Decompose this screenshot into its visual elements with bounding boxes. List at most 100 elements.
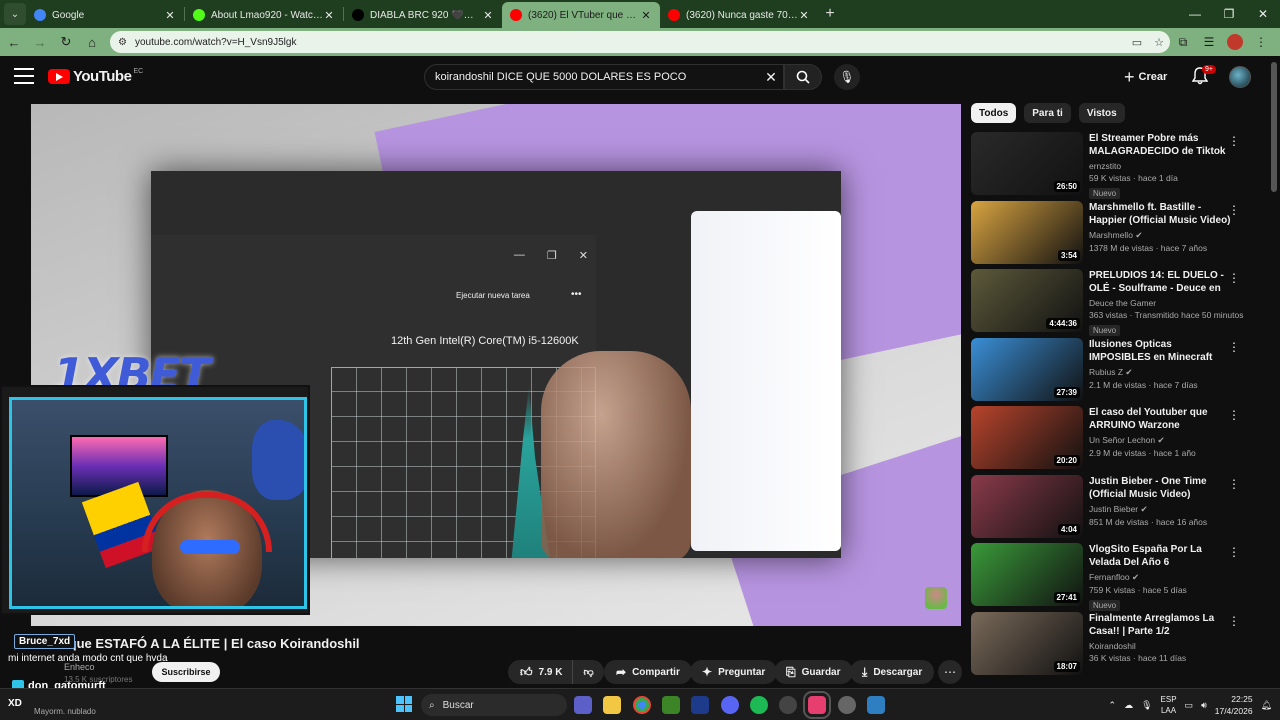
network-icon[interactable]: ▭ [1185,700,1194,711]
video-thumbnail[interactable]: 4:04 [971,474,1083,538]
photos-icon[interactable] [867,696,885,714]
save-button[interactable]: ⎘ Guardar [774,660,853,684]
clear-search-icon[interactable]: ✕ [759,69,783,86]
recommended-video[interactable]: 18:07 Finalmente Arreglamos La Casa!! | P… [971,611,1246,676]
recommended-video[interactable]: 26:50 El Streamer Pobre más MALAGRADECIDO… [971,132,1246,199]
tab-close-icon[interactable]: ✕ [323,9,335,22]
more-options-icon[interactable]: ⋮ [1228,545,1240,559]
steam-icon[interactable] [779,696,797,714]
recommended-title[interactable]: El Streamer Pobre más MALAGRADECIDO de T… [1089,132,1234,158]
file-explorer-icon[interactable] [603,696,621,714]
tab-close-icon[interactable]: ✕ [640,9,652,22]
video-thumbnail[interactable]: 3:54 [971,200,1083,264]
notifications-button[interactable]: 9+ [1191,65,1216,89]
settings-icon[interactable] [838,696,856,714]
tab-search-button[interactable]: ⌄ [4,3,26,25]
recommended-channel[interactable]: Koirandoshil [1089,641,1234,651]
volume-icon[interactable]: 🔊︎ [1201,700,1207,711]
recommended-video[interactable]: 4:44:36 PRELUDIOS 14: EL DUELO - OLÉ - So… [971,269,1246,336]
search-input[interactable]: koirandoshil DICE QUE 5000 DOLARES ES PO… [424,64,784,90]
home-icon[interactable]: ⌂ [80,30,104,54]
account-avatar[interactable] [1229,66,1251,88]
forward-icon[interactable]: → [28,30,52,54]
share-button[interactable]: ➦ Compartir [604,660,692,684]
recommended-title[interactable]: El caso del Youtuber que ARRUINO Warzone [1089,406,1234,432]
back-icon[interactable]: ← [2,30,26,54]
browser-tab[interactable]: (3620) Nunca gaste 700 Dólare✕ [660,2,818,28]
notification-center-icon[interactable]: 🔔︎ [1261,700,1272,711]
channel-name[interactable]: Enheco [64,662,95,672]
dislike-button[interactable]: 👎︎ [572,660,604,684]
more-options-icon[interactable]: ⋮ [1228,477,1240,491]
restore-icon[interactable]: ❐ [1212,0,1246,28]
more-options-icon[interactable]: ⋮ [1228,134,1240,148]
recommended-video[interactable]: 27:39 Ilusiones Opticas IMPOSIBLES en Min… [971,337,1246,402]
voice-search-icon[interactable]: 🎙 [834,64,860,90]
onedrive-icon[interactable]: ☁ [1124,700,1133,711]
create-button[interactable]: + Crear [1124,66,1167,88]
tab-close-icon[interactable]: ✕ [798,9,810,22]
download-button[interactable]: ⤓ Descargar [850,660,935,684]
spotify-icon[interactable] [750,696,768,714]
recommended-channel[interactable]: Rubius Z ✔ [1089,367,1234,378]
recommended-video[interactable]: 20:20 El caso del Youtuber que ARRUINO Wa… [971,406,1246,470]
video-thumbnail[interactable]: 26:50 [971,132,1083,195]
streaming-app-icon[interactable] [803,691,831,719]
profile-icon[interactable] [1222,30,1248,54]
bookmark-star-icon[interactable]: ☆ [1148,36,1170,49]
more-options-icon[interactable]: ⋮ [1228,408,1240,422]
recommended-video[interactable]: 4:04 Justin Bieber - One Time (Official M… [971,474,1246,539]
windows-start-icon[interactable] [396,696,412,712]
video-thumbnail[interactable]: 4:44:36 [971,269,1083,332]
site-info-icon[interactable]: ⚙ [118,37,127,48]
browser-tab[interactable]: Google ✕ [26,2,184,28]
filter-chip[interactable]: Para ti [1024,103,1071,123]
video-thumbnail[interactable]: 18:07 [971,611,1083,675]
discord-icon[interactable] [721,696,739,714]
recommended-channel[interactable]: Un Señor Lechon ✔ [1089,435,1234,446]
tray-overflow-icon[interactable]: ⌃ [1109,700,1117,711]
recommended-title[interactable]: PRELUDIOS 14: EL DUELO - OLÉ - Soulframe… [1089,269,1234,295]
browser-tab[interactable]: (3620) El VTuber que ESTAFÓ A✕ [502,2,660,28]
more-options-icon[interactable]: ⋮ [1228,203,1240,217]
microphone-icon[interactable]: 🎙 [1141,700,1152,711]
minimize-icon[interactable]: — [1178,0,1212,28]
browser-menu-icon[interactable]: ⋮ [1248,30,1274,54]
reading-list-icon[interactable]: ☰ [1196,30,1222,54]
video-thumbnail[interactable]: 27:41 [971,543,1083,606]
search-button[interactable] [784,64,822,90]
tab-close-icon[interactable]: ✕ [164,9,176,22]
recommended-title[interactable]: Justin Bieber - One Time (Official Music… [1089,475,1234,501]
tab-close-icon[interactable]: ✕ [482,9,494,22]
recommended-title[interactable]: Marshmello ft. Bastille - Happier (Offic… [1089,201,1234,227]
recommended-video[interactable]: 27:41 VlogSito España Por La Velada Del A… [971,543,1246,611]
filter-chip[interactable]: Todos [971,103,1017,123]
recommended-channel[interactable]: ernzstito [1089,161,1234,171]
subscribe-button[interactable]: Suscribirse [152,662,220,682]
menu-icon[interactable] [14,68,34,84]
video-thumbnail[interactable]: 20:20 [971,406,1083,469]
recommended-channel[interactable]: Fernanfloo ✔ [1089,572,1234,583]
system-clock[interactable]: 22:25 17/4/2026 [1215,693,1253,717]
new-tab-button[interactable]: + [818,5,842,23]
filter-chip[interactable]: Vistos [1078,103,1125,123]
recommended-channel[interactable]: Marshmello ✔ [1089,230,1234,241]
recommended-title[interactable]: VlogSito España Por La Velada Del Año 6 [1089,543,1234,569]
reload-icon[interactable]: ↻ [54,30,78,54]
youtube-logo[interactable]: YouTube EC [48,68,143,85]
recommended-title[interactable]: Ilusiones Opticas IMPOSIBLES en Minecraf… [1089,338,1234,364]
ask-button[interactable]: ✦ Preguntar [690,660,778,684]
channel-watermark[interactable] [925,587,947,609]
more-actions-icon[interactable]: ⋯ [938,660,962,684]
address-bar[interactable]: ⚙ youtube.com/watch?v=H_Vsn9J5lgk ▭ ☆ [110,31,1170,53]
recommended-title[interactable]: Finalmente Arreglamos La Casa!! | Parte … [1089,612,1234,638]
more-options-icon[interactable]: ⋮ [1228,271,1240,285]
extensions-icon[interactable]: ⧉ [1170,30,1196,54]
page-scrollbar[interactable] [1271,62,1277,192]
more-options-icon[interactable]: ⋮ [1228,340,1240,354]
recommended-channel[interactable]: Justin Bieber ✔ [1089,504,1234,515]
browser-tab[interactable]: DIABLA BRC 920 🖤🦇 (@diabl✕ [344,2,502,28]
close-window-icon[interactable]: ✕ [1246,0,1280,28]
recommended-channel[interactable]: Deuce the Gamer [1089,298,1234,308]
recommended-video[interactable]: 3:54 Marshmello ft. Bastille - Happier (O… [971,200,1246,265]
